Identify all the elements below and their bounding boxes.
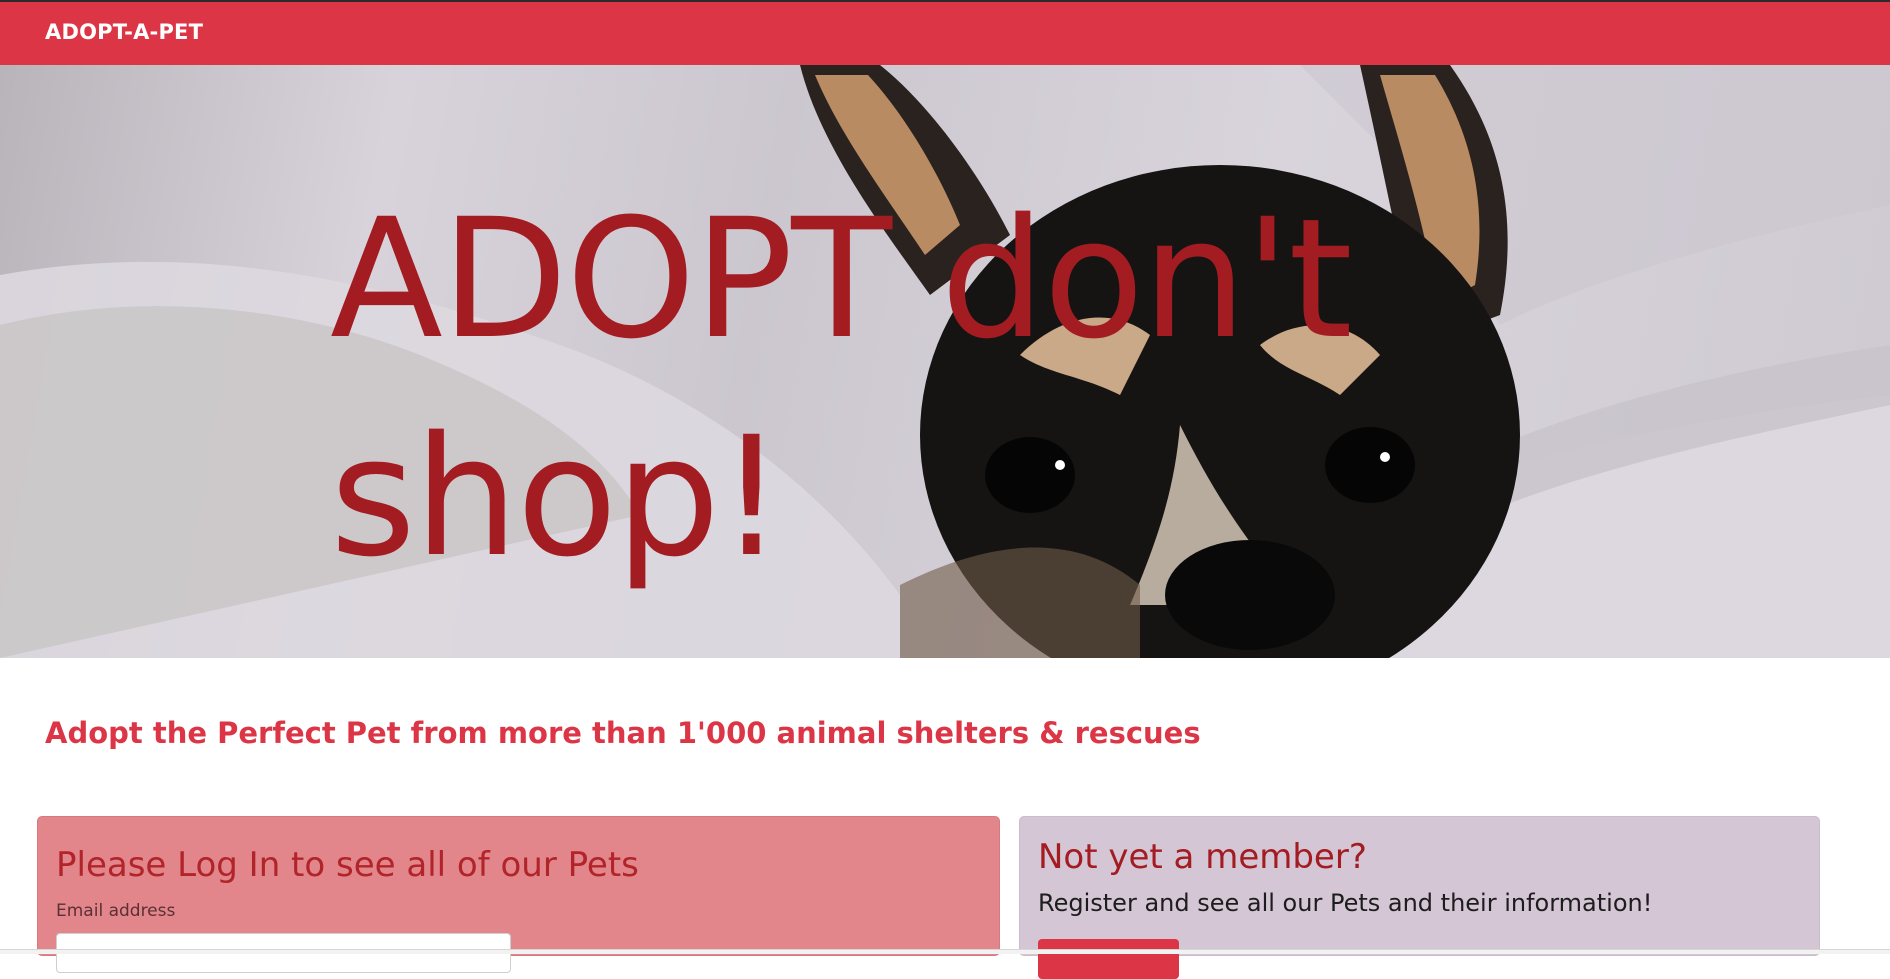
tagline: Adopt the Perfect Pet from more than 1'0… xyxy=(45,716,1201,750)
login-card: Please Log In to see all of our Pets Ema… xyxy=(37,816,1000,973)
register-heading: Not yet a member? xyxy=(1038,837,1367,877)
brand-link[interactable]: ADOPT-A-PET xyxy=(45,20,203,44)
register-card: Not yet a member? Register and see all o… xyxy=(1019,816,1820,979)
window-bottom-edge xyxy=(0,949,1890,954)
login-heading: Please Log In to see all of our Pets xyxy=(56,845,639,885)
register-button[interactable] xyxy=(1038,939,1179,979)
hero-title: ADOPT don't shop! xyxy=(330,183,1353,593)
top-navbar: ADOPT-A-PET xyxy=(0,0,1890,65)
hero-banner: ADOPT don't shop! xyxy=(0,65,1890,658)
register-text: Register and see all our Pets and their … xyxy=(1038,889,1653,917)
email-label: Email address xyxy=(56,901,176,921)
